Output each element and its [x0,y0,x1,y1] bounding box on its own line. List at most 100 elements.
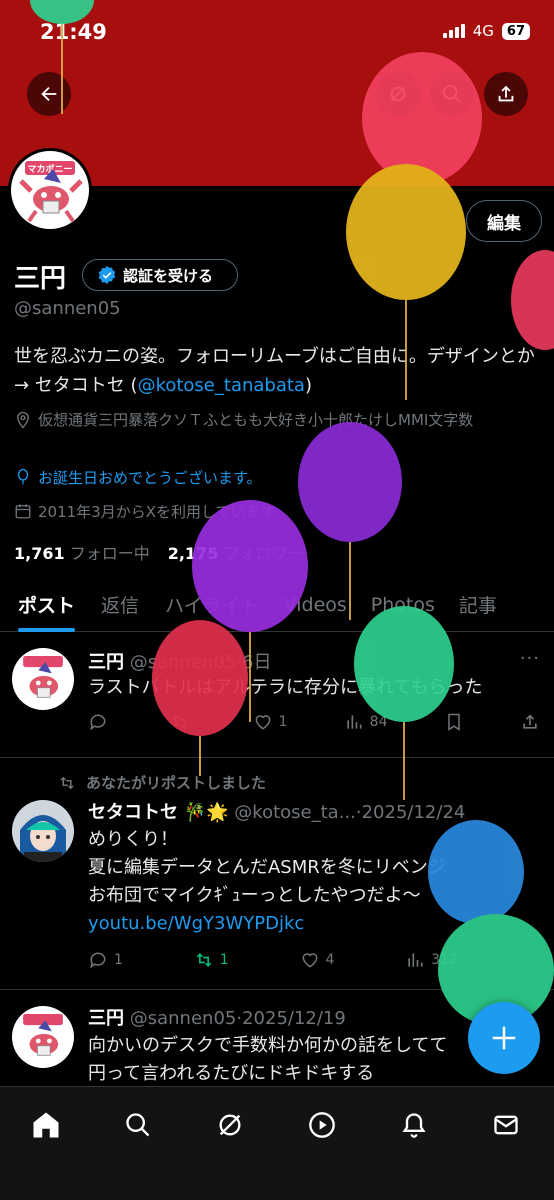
nav-home[interactable] [26,1105,66,1145]
nav-grok[interactable] [210,1105,250,1145]
tab-posts[interactable]: ポスト [0,578,76,632]
post[interactable]: あなたがリポストしました セタコトセ 🎋🌟 @kotose_ta...·2025… [0,758,554,990]
display-name: 三円 [14,264,67,294]
bell-icon [402,1113,426,1138]
arrow-left-icon [41,86,57,102]
reply-button[interactable] [88,712,114,732]
followers-count: 2,175 [167,544,219,563]
post-text: ラストバトルはアルテラに存分に暴れてもらった [88,677,483,698]
post-text-line: 夏に編集データとんだASMRを冬にリベンジ [88,857,446,878]
reply-button[interactable]: 1 [88,950,123,970]
share-button[interactable] [484,72,528,116]
tab-photos[interactable]: Photos [347,578,435,632]
status-bar-right: 4G 67 [442,22,530,40]
birthday-balloon-icon [17,468,29,485]
profile-avatar[interactable]: マカボニー [8,148,92,232]
search-icon [126,1113,150,1137]
crab-avatar-icon [23,655,63,698]
like-count: 4 [325,952,335,968]
compose-button[interactable] [468,1002,540,1074]
post[interactable]: 三円 @sannen05·6日 ··· ラストバトルはアルテラに存分に暴れてもら… [0,632,554,758]
search-icon [442,84,461,103]
verified-badge-icon [98,265,116,285]
plus-icon [492,1026,516,1050]
grok-button[interactable] [376,72,420,116]
nav-notifications[interactable] [394,1105,434,1145]
repost-icon [60,776,74,789]
nav-messages[interactable] [486,1105,526,1145]
share-icon [498,85,514,102]
calendar-icon [15,504,31,519]
crab-avatar-icon: マカボニー [19,161,83,223]
post-author-handle: @kotose_ta... [234,802,356,823]
like-button[interactable]: 4 [300,950,335,970]
repost-banner: あなたがリポストしました [58,772,266,793]
search-button[interactable] [430,72,474,116]
post-author-handle: @sannen05 [129,1008,237,1029]
repost-button[interactable]: 1 [194,950,229,970]
post-time[interactable]: 6日 [242,652,271,673]
followers-label: フォロワー [223,544,304,563]
edit-profile-button[interactable]: 編集 [466,200,542,242]
post-time[interactable]: 2025/12/19 [242,1008,346,1029]
follow-stats: 1,761 フォロー中 2,175 フォロワー [14,540,303,564]
profile-location: 仮想通貨三円暴落クソＴふともも大好き小十郎たけしMMI文字数 [14,410,534,430]
post-author-name[interactable]: 三円 [88,652,124,673]
play-icon [309,1112,335,1138]
repost-icon [173,715,188,729]
joined-text: 2011年3月からXを利用しています [38,503,276,521]
repost-icon [196,952,212,968]
bottom-navigation [0,1086,554,1200]
home-icon [33,1112,59,1138]
post-text-line: お布団でマイクｷﾞｭーっとしたやつだよ〜 [88,885,421,906]
nav-video[interactable] [302,1105,342,1145]
tab-highlights[interactable]: ハイライト [139,578,260,632]
post-author-name[interactable]: セタコトセ [88,802,178,823]
repost-button[interactable] [170,712,196,732]
like-button[interactable]: 1 [253,712,287,732]
get-verified-button[interactable]: 認証を受ける [82,259,238,291]
profile-bio: 世を忍ぶカニの姿。フォローリムーブはご自由に。デザインとか → セタコトセ (@… [14,342,544,400]
network-label: 4G [472,22,494,40]
balloon-icon [298,422,402,542]
bio-mention-link[interactable]: @kotose_tanabata [138,375,305,396]
views-button[interactable]: 312 [405,950,458,970]
post-avatar[interactable] [12,648,74,710]
following-link[interactable]: 1,761 フォロー中 [14,540,150,564]
post-actions: 1 1 4 312 [88,950,458,970]
grok-icon [219,1114,241,1136]
verify-label: 認証を受ける [123,266,214,285]
followers-link[interactable]: 2,175 フォロワー [168,540,304,564]
views-count: 312 [431,952,458,968]
tab-replies[interactable]: 返信 [75,578,139,632]
back-button[interactable] [27,72,71,116]
post-author-handle: @sannen05 [129,652,237,673]
post-author-name[interactable]: 三円 [88,1008,124,1029]
profile-tabs: ポスト 返信 ハイライト Videos Photos 記事 [0,578,554,632]
more-icon[interactable]: ··· [520,648,540,669]
bookmark-button[interactable] [444,712,464,732]
battery-indicator: 67 [501,22,530,40]
birthday-text[interactable]: お誕生日おめでとうございます。 [38,468,262,488]
location-text: 仮想通貨三円暴落クソＴふともも大好き小十郎たけしMMI文字数 [38,411,474,429]
post-avatar[interactable] [12,1006,74,1068]
post-header: 三円 @sannen05·6日 [88,652,272,673]
bio-end: ) [304,375,312,396]
nav-explore[interactable] [118,1105,158,1145]
heart-icon [255,715,270,730]
profile-joined: 2011年3月からXを利用しています [14,502,276,522]
views-icon [347,715,362,729]
following-count: 1,761 [14,544,65,563]
views-button[interactable]: 84 [344,712,388,732]
post-avatar[interactable] [12,800,74,862]
share-post-button[interactable] [520,712,540,732]
avatar-image: マカボニー [11,151,89,229]
post-time[interactable]: 2025/12/24 [362,802,466,823]
post-link[interactable]: youtu.be/WgY3WYPDjkc [88,910,538,938]
following-label: フォロー中 [69,544,150,563]
tab-videos[interactable]: Videos [260,578,347,632]
post-header: セタコトセ 🎋🌟 @kotose_ta...·2025/12/24 [88,802,466,823]
profile-handle: @sannen05 [14,298,121,319]
heart-icon [302,953,317,968]
tab-articles[interactable]: 記事 [435,578,497,632]
